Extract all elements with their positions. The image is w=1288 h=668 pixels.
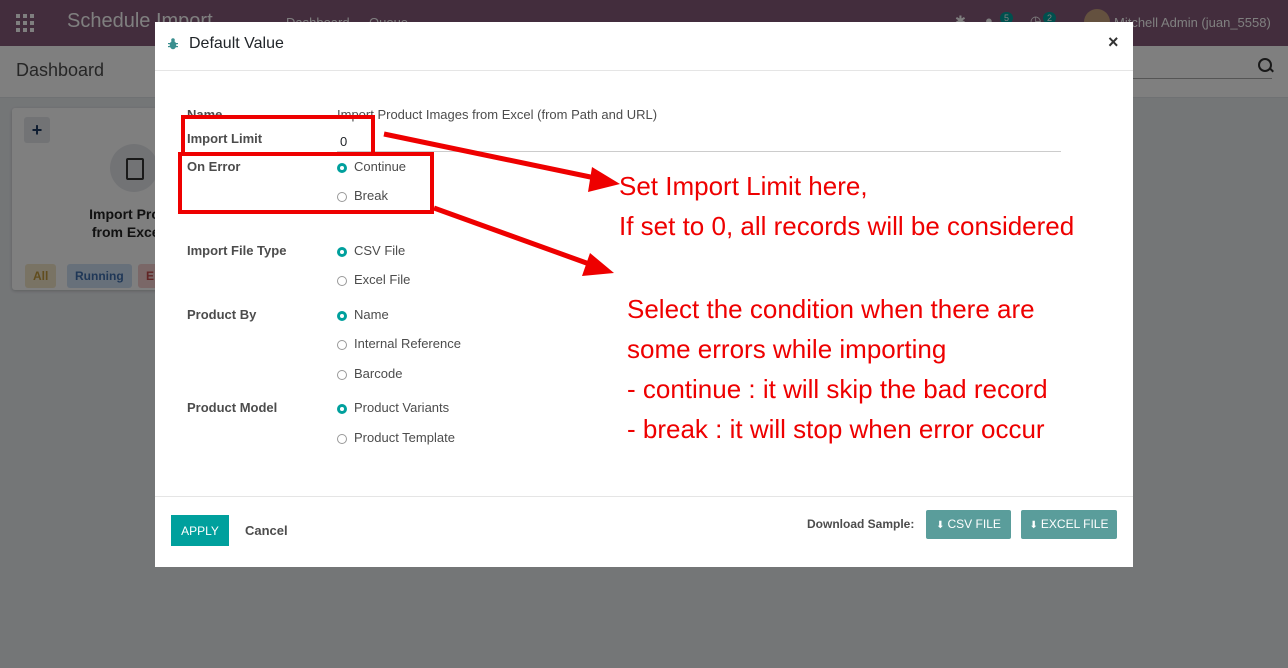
error-note: Select the condition when there are some…: [627, 294, 1048, 444]
arrow-limit-head: [588, 167, 620, 192]
arrow-error-head: [582, 253, 614, 276]
arrow-limit-line: [383, 131, 601, 182]
arrow-error-line: [433, 205, 593, 268]
limit-note: Set Import Limit here, If set to 0, all …: [619, 171, 1075, 241]
